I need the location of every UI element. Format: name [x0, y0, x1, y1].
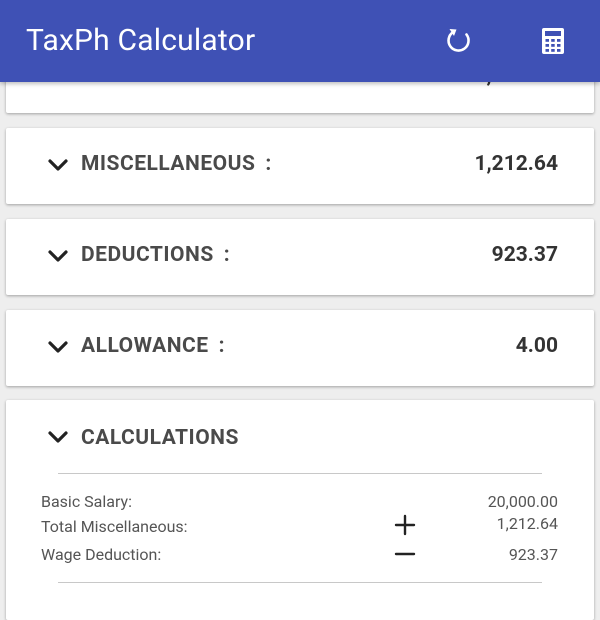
divider	[58, 473, 542, 474]
miscellaneous-value: 1,212.64	[474, 152, 558, 176]
allowance-value: 4.00	[515, 334, 558, 358]
basic-salary-line-label: Basic Salary:	[41, 492, 132, 511]
minus-icon	[394, 552, 416, 556]
deductions-value: 923.37	[491, 243, 558, 267]
chevron-down-icon[interactable]	[47, 340, 69, 354]
app-bar: TaxPh Calculator	[0, 0, 600, 82]
calculator-icon[interactable]	[538, 26, 568, 56]
divider	[58, 582, 542, 583]
deductions-label: DEDUCTIONS:	[81, 243, 231, 267]
wage-deduction-line-value: 923.37	[508, 545, 558, 564]
calculations-title: CALCULATIONS	[81, 426, 239, 450]
chevron-down-icon[interactable]	[47, 430, 69, 444]
app-title: TaxPh Calculator	[26, 23, 256, 58]
calculations-card: CALCULATIONS Basic Salary: 20,000.00 Tot…	[6, 400, 594, 620]
miscellaneous-card[interactable]: MISCELLANEOUS: 1,212.64	[6, 128, 594, 204]
allowance-label: ALLOWANCE:	[81, 334, 225, 358]
miscellaneous-label: MISCELLANEOUS:	[81, 152, 272, 176]
wage-deduction-line-label: Wage Deduction:	[41, 545, 162, 564]
chevron-down-icon[interactable]	[47, 249, 69, 263]
chevron-down-icon[interactable]	[47, 158, 69, 172]
basic-salary-line-value: 20,000.00	[487, 492, 558, 511]
total-miscellaneous-line-value: 1,212.64	[496, 514, 558, 533]
refresh-icon[interactable]	[444, 26, 474, 56]
deductions-card[interactable]: DEDUCTIONS: 923.37	[6, 219, 594, 295]
allowance-card[interactable]: ALLOWANCE: 4.00	[6, 310, 594, 386]
plus-icon	[394, 514, 416, 536]
total-miscellaneous-line-label: Total Miscellaneous:	[41, 517, 188, 536]
